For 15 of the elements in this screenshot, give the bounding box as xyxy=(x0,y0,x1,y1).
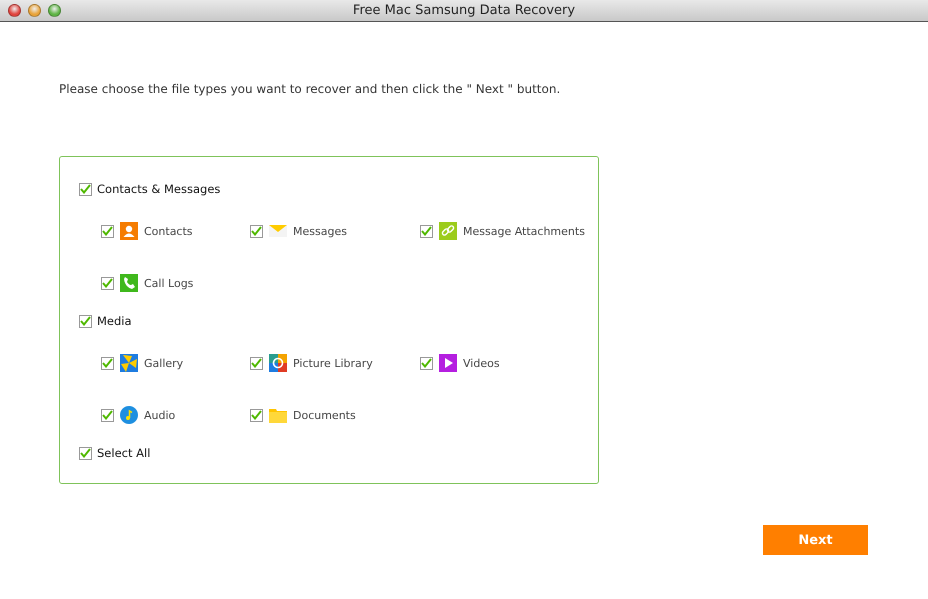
file-type-label: Gallery xyxy=(144,356,184,370)
select-all-label: Select All xyxy=(97,446,150,460)
file-type-label: Contacts xyxy=(144,224,193,238)
file-type-label: Message Attachments xyxy=(463,224,585,238)
file-type-label: Documents xyxy=(293,408,356,422)
file-type-label: Audio xyxy=(144,408,176,422)
group-label: Contacts & Messages xyxy=(97,182,220,196)
file-type-label: Call Logs xyxy=(144,276,194,290)
file-type-label: Picture Library xyxy=(293,356,373,370)
file-type-label: Videos xyxy=(463,356,500,370)
group-label: Media xyxy=(97,314,132,328)
file-type-label: Messages xyxy=(293,224,347,238)
next-button[interactable]: Next xyxy=(763,525,868,555)
window-title: Free Mac Samsung Data Recovery xyxy=(352,3,576,18)
instruction-text: Please choose the file types you want to recover and then click the " Next " button. xyxy=(59,82,560,96)
